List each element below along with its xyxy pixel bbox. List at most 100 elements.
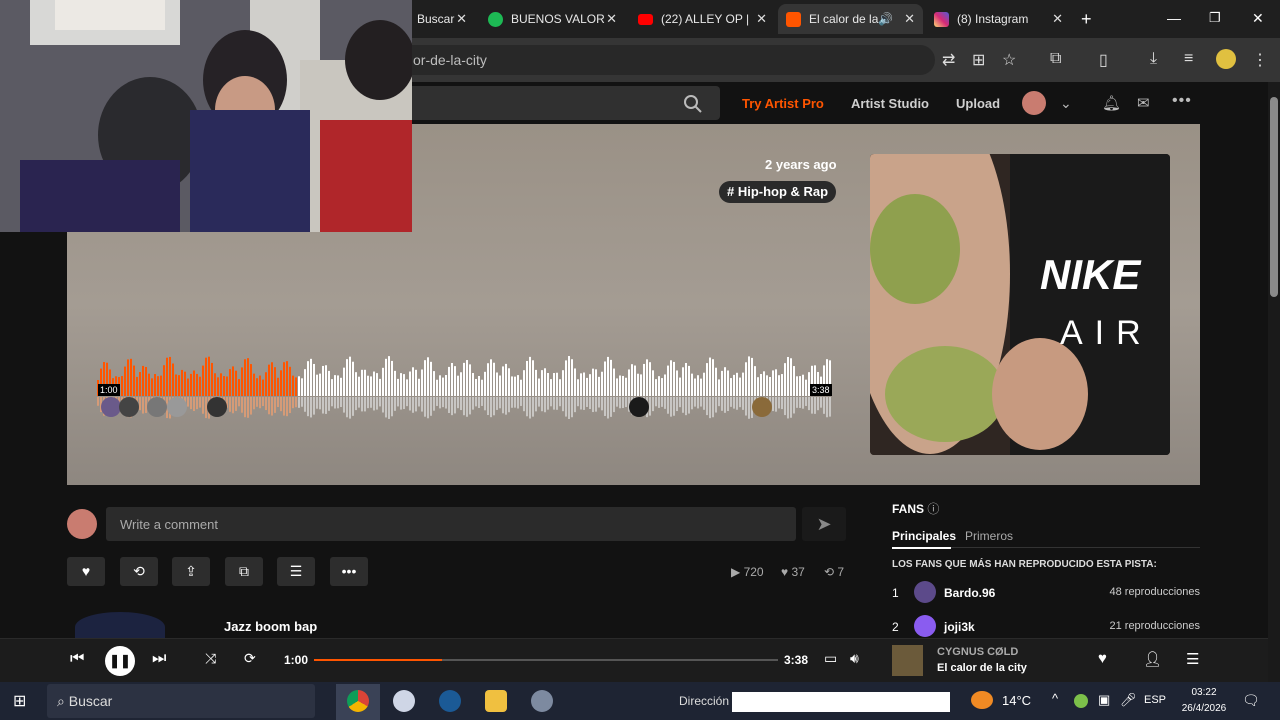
temperature[interactable]: 14°C: [1002, 693, 1031, 708]
tab-spotify[interactable]: BUENOS VALOR ✕: [480, 4, 625, 34]
notifications-icon[interactable]: 🗨︎: [1242, 692, 1260, 709]
volume-icon[interactable]: 🔊︎: [850, 650, 859, 667]
more-icon[interactable]: •••: [1172, 92, 1192, 110]
url-bar[interactable]: or-de-la-city: [395, 45, 935, 75]
close-icon[interactable]: ✕: [1052, 11, 1063, 27]
copy-link-button[interactable]: ⧉: [225, 557, 263, 586]
user-avatar[interactable]: [1022, 91, 1046, 115]
tab-principales[interactable]: Principales: [892, 529, 956, 543]
obs-icon[interactable]: [393, 690, 415, 712]
language-indicator[interactable]: ESP: [1144, 694, 1166, 706]
queue-icon[interactable]: ☰: [1186, 650, 1199, 668]
fan-name[interactable]: joji3k: [944, 620, 975, 634]
download-icon[interactable]: ⤓: [1150, 50, 1157, 68]
cast-icon[interactable]: ▭: [824, 650, 837, 667]
send-icon[interactable]: ➤: [802, 507, 846, 541]
tab-youtube[interactable]: (22) ALLEY OP | ✕: [630, 4, 775, 34]
close-window-icon[interactable]: ✕: [1252, 10, 1264, 27]
address-toolbar-input[interactable]: [732, 692, 950, 712]
avatar[interactable]: [914, 615, 936, 637]
upload-link[interactable]: Upload: [956, 96, 1000, 111]
waveform-bar: [379, 378, 381, 396]
steam-icon[interactable]: [439, 690, 461, 712]
waveform-reflection: [694, 397, 696, 407]
repeat-icon[interactable]: ⟳: [244, 650, 256, 667]
extensions-icon[interactable]: ⧉: [1050, 50, 1061, 68]
waveform-bar: [736, 372, 738, 396]
waveform-reflection: [499, 397, 501, 409]
now-playing-artist[interactable]: CYGNUS CØLD: [937, 646, 1018, 658]
chevron-down-icon[interactable]: ⌄: [1060, 95, 1072, 112]
menu-icon[interactable]: ⋮: [1252, 50, 1268, 70]
now-playing-title[interactable]: El calor de la city: [937, 662, 1027, 674]
tab-primeros[interactable]: Primeros: [965, 529, 1013, 543]
heart-icon[interactable]: ♥: [1098, 650, 1107, 667]
reading-list-icon[interactable]: ▯: [1099, 50, 1108, 70]
minimize-icon[interactable]: —: [1167, 10, 1181, 26]
waveform-reflection: [574, 397, 576, 413]
maximize-icon[interactable]: ❐: [1209, 10, 1221, 26]
chevron-up-icon[interactable]: ^: [1052, 691, 1058, 706]
waveform-bar: [517, 375, 519, 396]
shuffle-icon[interactable]: ⤨: [205, 650, 216, 667]
profile-avatar[interactable]: [1216, 49, 1236, 69]
fan-row[interactable]: 1 Bardo.96 48 reproducciones: [892, 580, 1200, 606]
bell-icon[interactable]: 🔔︎: [1102, 94, 1121, 112]
translate-icon[interactable]: ⇄: [942, 50, 955, 70]
microphone-icon[interactable]: 🎤︎: [1120, 692, 1137, 708]
search-input[interactable]: [395, 86, 720, 120]
close-icon[interactable]: ✕: [606, 11, 617, 27]
taskbar-search[interactable]: ⌕ Buscar: [47, 684, 315, 718]
related-title[interactable]: Jazz boom bap: [224, 619, 317, 634]
scrollbar-thumb[interactable]: [1270, 97, 1278, 297]
repost-button[interactable]: ⟲: [120, 557, 158, 586]
waveform-reflection: [424, 397, 426, 417]
waveform-bar: [370, 376, 372, 396]
close-icon[interactable]: ✕: [456, 11, 467, 27]
info-icon[interactable]: ⓘ: [927, 502, 939, 516]
app-icon[interactable]: [531, 690, 553, 712]
waveform-bar: [481, 379, 483, 396]
previous-icon[interactable]: ⏮: [70, 650, 84, 668]
network-icon[interactable]: ▣: [1098, 692, 1110, 708]
tab-instagram[interactable]: (8) Instagram ✕: [926, 4, 1071, 34]
genre-tag[interactable]: # Hip-hop & Rap: [719, 181, 837, 203]
weather-icon[interactable]: [971, 691, 993, 709]
close-icon[interactable]: ✕: [904, 11, 915, 27]
next-icon[interactable]: ⏭: [152, 650, 166, 668]
waveform-bar: [694, 378, 696, 396]
avatar[interactable]: [914, 581, 936, 603]
follow-user-icon[interactable]: 👤︎: [1143, 650, 1162, 668]
artist-studio-link[interactable]: Artist Studio: [851, 96, 929, 111]
windows-start-icon[interactable]: ⊞: [13, 691, 26, 711]
close-icon[interactable]: ✕: [756, 11, 767, 27]
like-button[interactable]: ♥: [67, 557, 105, 586]
waveform-reflection: [568, 397, 570, 419]
share-button[interactable]: ⇪: [172, 557, 210, 586]
more-button[interactable]: •••: [330, 557, 368, 586]
search-icon[interactable]: [683, 94, 702, 113]
tray-icon[interactable]: [1074, 694, 1088, 708]
folder-icon[interactable]: [485, 690, 507, 712]
speaker-icon[interactable]: 🔊: [878, 12, 893, 26]
install-icon[interactable]: ⊞: [972, 50, 985, 70]
mail-icon[interactable]: ✉: [1137, 94, 1150, 112]
tab-soundcloud[interactable]: El calor de la 🔊 ✕: [778, 4, 923, 34]
waveform-bar: [619, 375, 621, 396]
fan-row[interactable]: 2 joji3k 21 reproducciones: [892, 614, 1200, 640]
try-artist-pro-link[interactable]: Try Artist Pro: [742, 96, 824, 111]
clock[interactable]: 03:22 26/4/2026: [1176, 685, 1232, 717]
fan-name[interactable]: Bardo.96: [944, 586, 995, 600]
new-tab-button[interactable]: +: [1081, 9, 1092, 30]
waveform[interactable]: [97, 340, 832, 420]
cover-art[interactable]: NIKE AIR: [870, 154, 1170, 455]
pause-button[interactable]: ❚❚: [105, 646, 135, 676]
add-to-playlist-button[interactable]: ☰: [277, 557, 315, 586]
star-icon[interactable]: ☆: [1002, 50, 1016, 70]
comment-input[interactable]: Write a comment: [106, 507, 796, 541]
media-icon[interactable]: ≡: [1184, 50, 1193, 68]
waveform-reflection: [700, 397, 702, 407]
now-playing-artwork[interactable]: [892, 645, 923, 676]
waveform-bar: [310, 358, 312, 396]
chrome-icon[interactable]: [347, 690, 369, 712]
